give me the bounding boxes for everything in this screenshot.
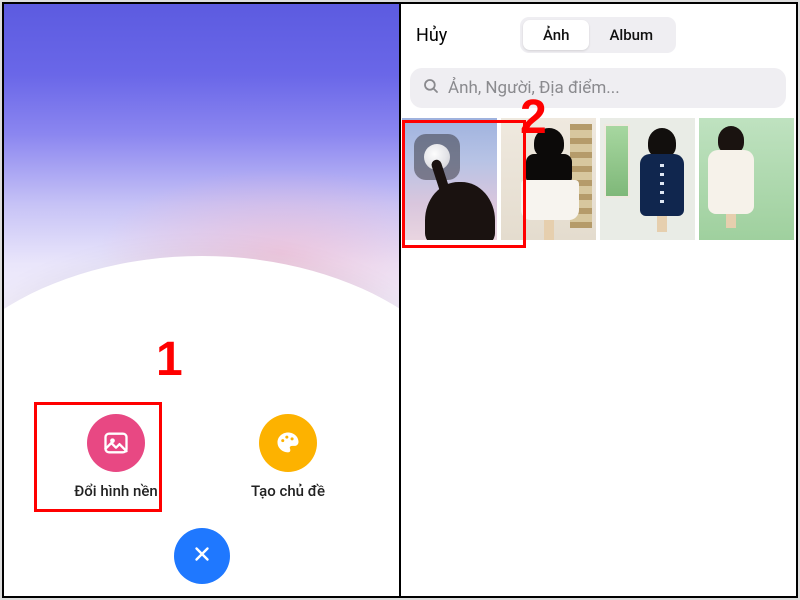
palette-icon [259, 414, 317, 472]
annotation-step-2: 2 [520, 94, 547, 142]
search-input[interactable]: Ảnh, Người, Địa điểm... [410, 68, 786, 108]
picker-header: Hủy Ảnh Album [400, 4, 796, 66]
tab-photos[interactable]: Ảnh [523, 20, 590, 50]
segmented-control: Ảnh Album [520, 17, 676, 53]
create-theme-label: Tạo chủ đề [251, 482, 325, 500]
cancel-button[interactable]: Hủy [416, 25, 447, 46]
close-icon [191, 543, 213, 569]
left-pane-chat-theme: Đổi hình nền Tạo chủ đề [4, 4, 400, 596]
annotation-box-1 [34, 402, 162, 512]
right-pane-photo-picker: Hủy Ảnh Album Ảnh, Người, Địa điểm... [400, 4, 796, 596]
search-icon [422, 77, 440, 100]
photo-thumb-4[interactable] [699, 118, 794, 240]
tab-albums[interactable]: Album [589, 20, 673, 50]
tutorial-frame: Đổi hình nền Tạo chủ đề [2, 2, 798, 598]
create-theme-button[interactable]: Tạo chủ đề [228, 414, 348, 500]
close-sheet-button[interactable] [174, 528, 230, 584]
photo-thumb-3[interactable] [600, 118, 695, 240]
annotation-box-2 [402, 120, 526, 248]
annotation-step-1: 1 [156, 336, 183, 384]
pane-divider [399, 4, 401, 596]
